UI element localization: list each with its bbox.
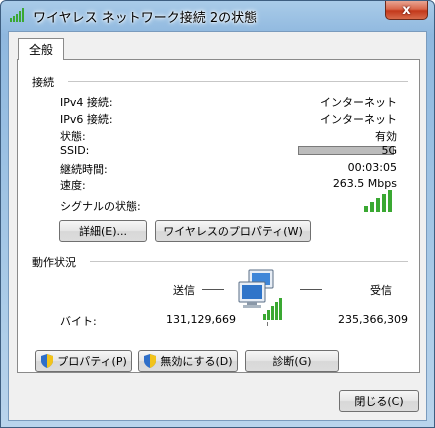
title-bar[interactable]: ワイヤレス ネットワーク接続 2の状態 x	[1, 1, 434, 29]
state-label: 状態:	[60, 130, 86, 143]
signal-quality-icon	[364, 190, 392, 212]
close-button-label: 閉じる(C)	[354, 395, 404, 408]
diagnose-button[interactable]: 診断(G)	[245, 350, 339, 372]
received-label: 受信	[370, 284, 392, 297]
status-window: ワイヤレス ネットワーク接続 2の状態 x 全般 接続 IPv4 接続: インタ…	[0, 0, 435, 428]
close-icon: x	[402, 2, 411, 18]
signal-quality-label: シグナルの状態:	[60, 200, 141, 213]
ssid-label: SSID:	[60, 144, 90, 157]
tab-general[interactable]: 全般	[18, 38, 64, 60]
general-tab-panel: 接続 IPv4 接続: インターネット IPv6 接続: インターネット 状態:…	[17, 59, 420, 373]
dialog-client-area: 全般 接続 IPv4 接続: インターネット IPv6 接続: インターネット …	[8, 31, 427, 421]
speed-label: 速度:	[60, 179, 86, 192]
bytes-label: バイト:	[60, 315, 97, 328]
section-divider	[90, 261, 408, 262]
close-window-button[interactable]: x	[385, 1, 428, 20]
speed-value: 263.5 Mbps	[332, 177, 397, 190]
ssid-value: 5G	[381, 144, 397, 157]
close-button[interactable]: 閉じる(C)	[339, 390, 419, 412]
bytes-received-value: 235,366,309	[338, 313, 408, 326]
ipv6-label: IPv6 接続:	[60, 113, 113, 126]
network-computers-icon	[238, 269, 282, 326]
duration-label: 継続時間:	[60, 163, 108, 176]
details-button-label: 詳細(E)...	[78, 225, 128, 238]
diagnose-button-label: 診断(G)	[272, 355, 312, 368]
tab-label: 全般	[28, 43, 53, 57]
properties-button-label: プロパティ(P)	[57, 355, 127, 368]
section-divider	[68, 81, 408, 82]
window-title: ワイヤレス ネットワーク接続 2の状態	[33, 11, 258, 26]
ipv4-label: IPv4 接続:	[60, 96, 113, 109]
connection-section-title: 接続	[32, 76, 54, 89]
properties-button[interactable]: プロパティ(P)	[35, 350, 132, 372]
wireless-properties-label: ワイヤレスのプロパティ(W)	[163, 225, 303, 238]
shield-icon	[41, 354, 54, 368]
sent-line	[202, 289, 224, 290]
bytes-sent-value: 131,129,669	[166, 313, 236, 326]
disable-button-label: 無効にする(D)	[160, 355, 233, 368]
sent-label: 送信	[173, 284, 195, 297]
state-value: 有効	[375, 130, 397, 143]
duration-value: 00:03:05	[347, 161, 397, 174]
shield-icon	[144, 354, 157, 368]
details-button[interactable]: 詳細(E)...	[59, 220, 147, 242]
ssid-redaction-bar	[298, 146, 394, 155]
disable-button[interactable]: 無効にする(D)	[138, 350, 238, 372]
received-line	[300, 289, 322, 290]
signal-strength-icon	[10, 8, 24, 22]
activity-section-title: 動作状況	[32, 256, 76, 269]
ipv6-value: インターネット	[320, 113, 397, 126]
wireless-properties-button[interactable]: ワイヤレスのプロパティ(W)	[155, 220, 311, 242]
ipv4-value: インターネット	[320, 96, 397, 109]
